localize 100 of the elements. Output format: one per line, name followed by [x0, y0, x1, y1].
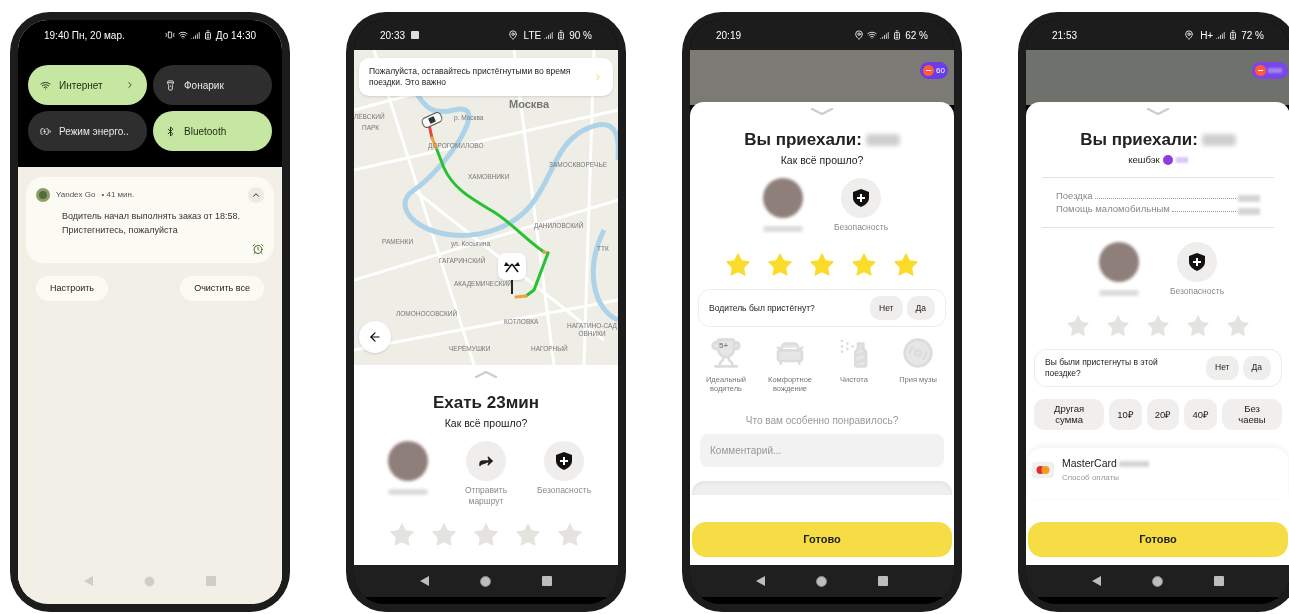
blurred-price — [1238, 194, 1260, 202]
quick-setting-tile[interactable]: Режим энерго.. — [28, 111, 147, 151]
receipt-label: Поездка — [1056, 189, 1093, 202]
safety-button[interactable] — [1177, 241, 1217, 282]
share-route-button[interactable] — [466, 441, 506, 482]
shade-button[interactable]: Очистить все — [180, 276, 264, 301]
sheet-title: Вы приехали: — [1080, 129, 1198, 151]
collapse-handle-icon[interactable] — [810, 108, 834, 115]
battery-text: 90 % — [569, 28, 592, 43]
tip-option[interactable]: 10₽ — [1109, 398, 1142, 430]
safety-button[interactable] — [544, 441, 584, 482]
notification-age: • 41 мин. — [101, 189, 135, 201]
tip-option[interactable]: Без чаевы — [1221, 398, 1282, 430]
tile-icon — [165, 79, 176, 91]
battery-icon — [892, 30, 903, 40]
collapse-handle-icon[interactable] — [1146, 108, 1170, 115]
avatar-placeholder[interactable] — [763, 178, 803, 219]
car-icon — [420, 110, 444, 130]
back-icon[interactable] — [1091, 576, 1101, 586]
back-icon[interactable] — [419, 576, 429, 586]
star-icon[interactable] — [1185, 312, 1211, 339]
chevron-up-icon — [251, 190, 261, 200]
recents-icon[interactable] — [542, 576, 553, 586]
action-label: Безопасность — [833, 222, 889, 234]
notification-card[interactable]: Yandex Go • 41 мин. Водитель начал выполнять заказ от 18:58. Пристегнитесь, пожалуйста — [26, 177, 274, 263]
seatbelt-question: Вы были пристегнуты в этой поездке? — [1045, 356, 1159, 379]
signal-icon — [190, 30, 200, 40]
home-icon[interactable] — [1152, 575, 1163, 587]
app-icon — [36, 188, 50, 202]
recents-icon[interactable] — [1214, 576, 1225, 586]
tile-icon — [40, 79, 51, 91]
tip-option[interactable]: 20₽ — [1146, 398, 1180, 430]
action-label: Безопасность — [536, 485, 592, 497]
blurred-text — [1175, 156, 1188, 163]
home-icon[interactable] — [480, 575, 491, 587]
tip-option[interactable]: Другая сумма — [1034, 398, 1105, 430]
banner-text: Пожалуйста, оставайтесь пристёгнутыми во время поездки. Это важно — [369, 66, 572, 88]
signal-icon — [880, 30, 890, 40]
sheet-title: Вы приехали: — [744, 129, 862, 151]
tile-label: Bluetooth — [184, 124, 227, 139]
battery-icon — [1228, 30, 1239, 40]
compliment-icon — [838, 337, 870, 370]
map-label: Москва — [509, 100, 550, 108]
battery-text: 72 % — [1241, 28, 1264, 43]
done-button[interactable]: Готово — [1028, 522, 1288, 557]
plus-points-badge[interactable] — [1252, 62, 1288, 79]
safety-banner[interactable]: Пожалуйста, оставайтесь пристёгнутыми во время поездки. Это важно — [359, 58, 613, 96]
tile-label: Режим энерго.. — [59, 124, 129, 139]
plus-points-badge[interactable]: 60 — [920, 62, 948, 79]
shield-plus-icon — [1189, 252, 1205, 271]
snooze-icon[interactable] — [252, 243, 264, 255]
shade-button[interactable]: Настроить — [36, 276, 108, 301]
status-time: 20:33 — [380, 28, 406, 43]
action-label: Безопасность — [1169, 285, 1225, 297]
location-icon — [854, 30, 865, 40]
avatar-placeholder[interactable] — [388, 441, 428, 482]
avatar-placeholder[interactable] — [1099, 241, 1139, 282]
quick-setting-tile[interactable]: Bluetooth — [153, 111, 272, 151]
wifi-icon — [867, 30, 878, 40]
blurred-text — [763, 226, 803, 233]
star-icon[interactable] — [1105, 312, 1131, 339]
notification-text: Водитель начал выполнять заказ от 18:58. Пристегнитесь, пожалуйста — [62, 210, 242, 237]
answer-button[interactable]: Нет — [870, 296, 903, 321]
back-icon[interactable] — [755, 576, 765, 586]
answer-button[interactable]: Да — [1242, 355, 1271, 380]
chevron-right-icon — [593, 72, 603, 82]
shield-plus-icon — [556, 452, 572, 471]
blurred-text — [388, 489, 428, 496]
comment-field[interactable]: Комментарий... — [700, 434, 944, 468]
shield-plus-icon — [853, 189, 869, 208]
safety-button[interactable] — [841, 178, 881, 219]
compliment-icon — [902, 337, 934, 370]
sheet-title: Ехать 23мин — [432, 392, 540, 414]
sheet-subtitle: Как всё прошло? — [779, 152, 865, 168]
crossed-flags-icon — [504, 260, 520, 273]
network-type: LTE — [523, 28, 542, 43]
recents-icon[interactable] — [878, 576, 889, 586]
expand-handle-icon[interactable] — [474, 371, 498, 378]
chevron-right-icon — [125, 80, 135, 90]
star-icon[interactable] — [1225, 312, 1251, 339]
quick-setting-tile[interactable]: Интернет — [28, 65, 147, 105]
done-button[interactable]: Готово — [692, 522, 952, 557]
star-icon[interactable] — [1145, 312, 1171, 339]
vibrate-icon — [164, 30, 175, 40]
sheet-subtitle: Как всё прошло? — [443, 415, 529, 431]
marker-pole — [511, 280, 513, 294]
answer-button[interactable]: Да — [906, 296, 935, 321]
network-type: H+ — [1200, 28, 1214, 43]
icon-badge-text: 5+ — [719, 341, 729, 351]
star-icon[interactable] — [1065, 312, 1091, 339]
battery-text: 62 % — [905, 28, 928, 43]
tip-option[interactable]: 40₽ — [1184, 398, 1217, 430]
cashback-label: кешбэк — [1128, 152, 1160, 167]
battery-icon — [556, 30, 567, 40]
signal-icon — [1216, 30, 1226, 40]
home-icon[interactable] — [816, 575, 827, 587]
collapse-button[interactable] — [248, 187, 264, 203]
quick-setting-tile[interactable]: Фонарик — [153, 65, 272, 105]
answer-button[interactable]: Нет — [1206, 355, 1239, 380]
payment-card[interactable]: MasterCard Способ оплаты — [1028, 447, 1288, 498]
